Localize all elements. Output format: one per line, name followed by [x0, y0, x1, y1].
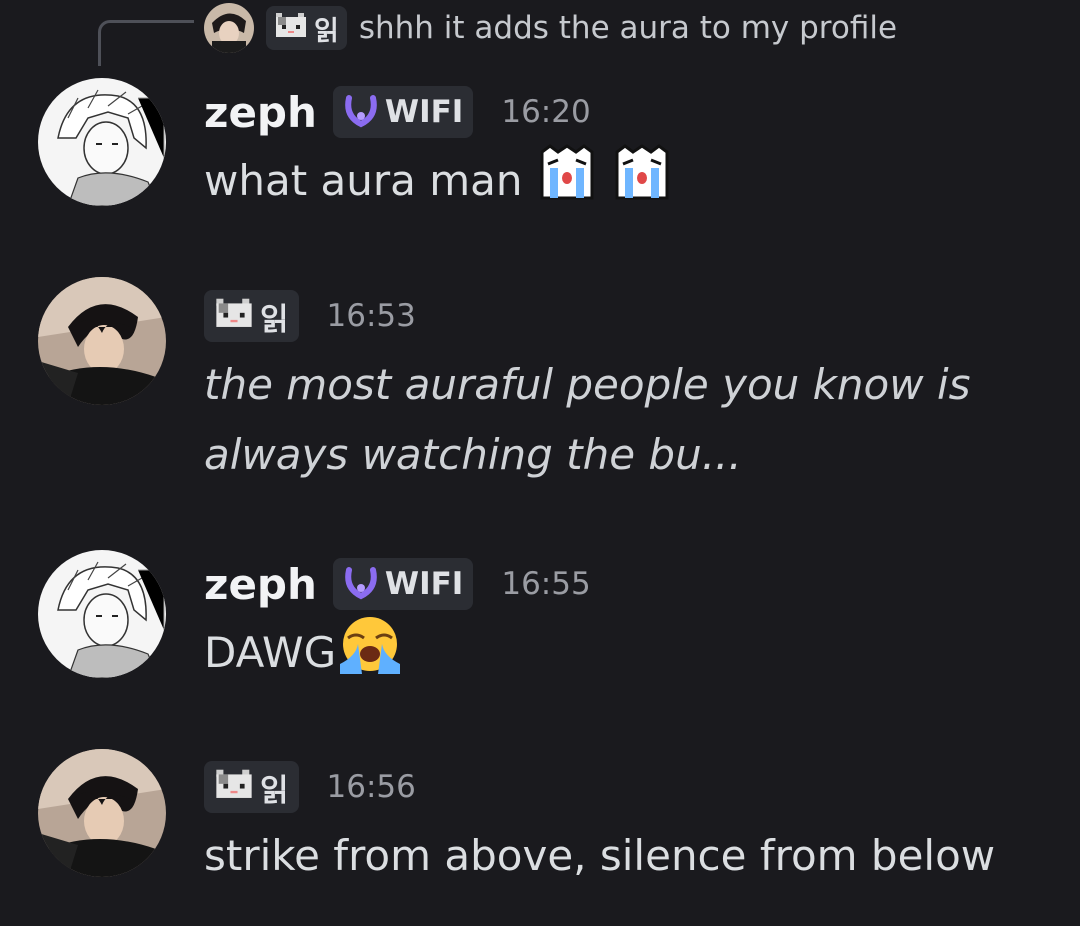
avatar-zeph[interactable] [38, 78, 166, 206]
timestamp: 16:55 [501, 566, 591, 602]
avatar-user-2[interactable] [38, 749, 166, 877]
reply-avatar[interactable] [204, 3, 254, 53]
reply-user-tag: 읽 [266, 6, 347, 50]
crying-ghost-emoji[interactable] [611, 142, 673, 225]
message-text: DAWG [204, 628, 337, 677]
tag-text: 읽 [260, 301, 289, 338]
wifi-tag[interactable]: WIFI [332, 86, 474, 138]
message-text-line: always watching the bu... [204, 430, 742, 479]
message-text-row: what aura man [204, 142, 673, 225]
loudly-crying-face-emoji[interactable] [336, 614, 404, 697]
message-text-line: the most auraful people you know is [204, 360, 971, 409]
message-text-row: DAWG [204, 614, 591, 697]
tag-text: WIFI [384, 94, 464, 130]
message-text: strike from above, silence from below [204, 831, 996, 880]
user-tag[interactable]: 읽 [204, 761, 299, 813]
chat-view: 읽 shhh it adds the aura to my profile ze… [0, 0, 1080, 926]
pixel-cat-icon [214, 767, 254, 807]
username[interactable]: zeph [204, 88, 317, 137]
purple-horseshoe-icon [343, 564, 379, 604]
reply-tag-text: 읽 [314, 15, 339, 47]
tag-text: 읽 [260, 772, 289, 809]
timestamp: 16:20 [501, 94, 591, 130]
user-tag[interactable]: 읽 [204, 290, 299, 342]
message-1[interactable]: zeph WIFI 16:20 what aura man [204, 82, 673, 225]
timestamp: 16:56 [326, 769, 416, 805]
wifi-tag[interactable]: WIFI [332, 558, 474, 610]
reply-connector [98, 20, 194, 66]
purple-horseshoe-icon [343, 92, 379, 132]
reply-preview[interactable]: 읽 shhh it adds the aura to my profile [204, 2, 897, 54]
username[interactable]: zeph [204, 560, 317, 609]
message-4[interactable]: 읽 16:56 strike from above, silence from … [204, 757, 995, 891]
message-2[interactable]: 읽 16:53 the most auraful people you know… [204, 286, 971, 490]
timestamp: 16:53 [326, 298, 416, 334]
message-3[interactable]: zeph WIFI 16:55 DAWG [204, 554, 591, 697]
reply-text[interactable]: shhh it adds the aura to my profile [359, 10, 897, 46]
tag-text: WIFI [384, 566, 464, 602]
avatar-user-2[interactable] [38, 277, 166, 405]
message-text: what aura man [204, 156, 523, 205]
avatar-zeph[interactable] [38, 550, 166, 678]
crying-ghost-emoji[interactable] [536, 142, 598, 225]
pixel-cat-icon [274, 11, 308, 45]
pixel-cat-icon [214, 296, 254, 336]
